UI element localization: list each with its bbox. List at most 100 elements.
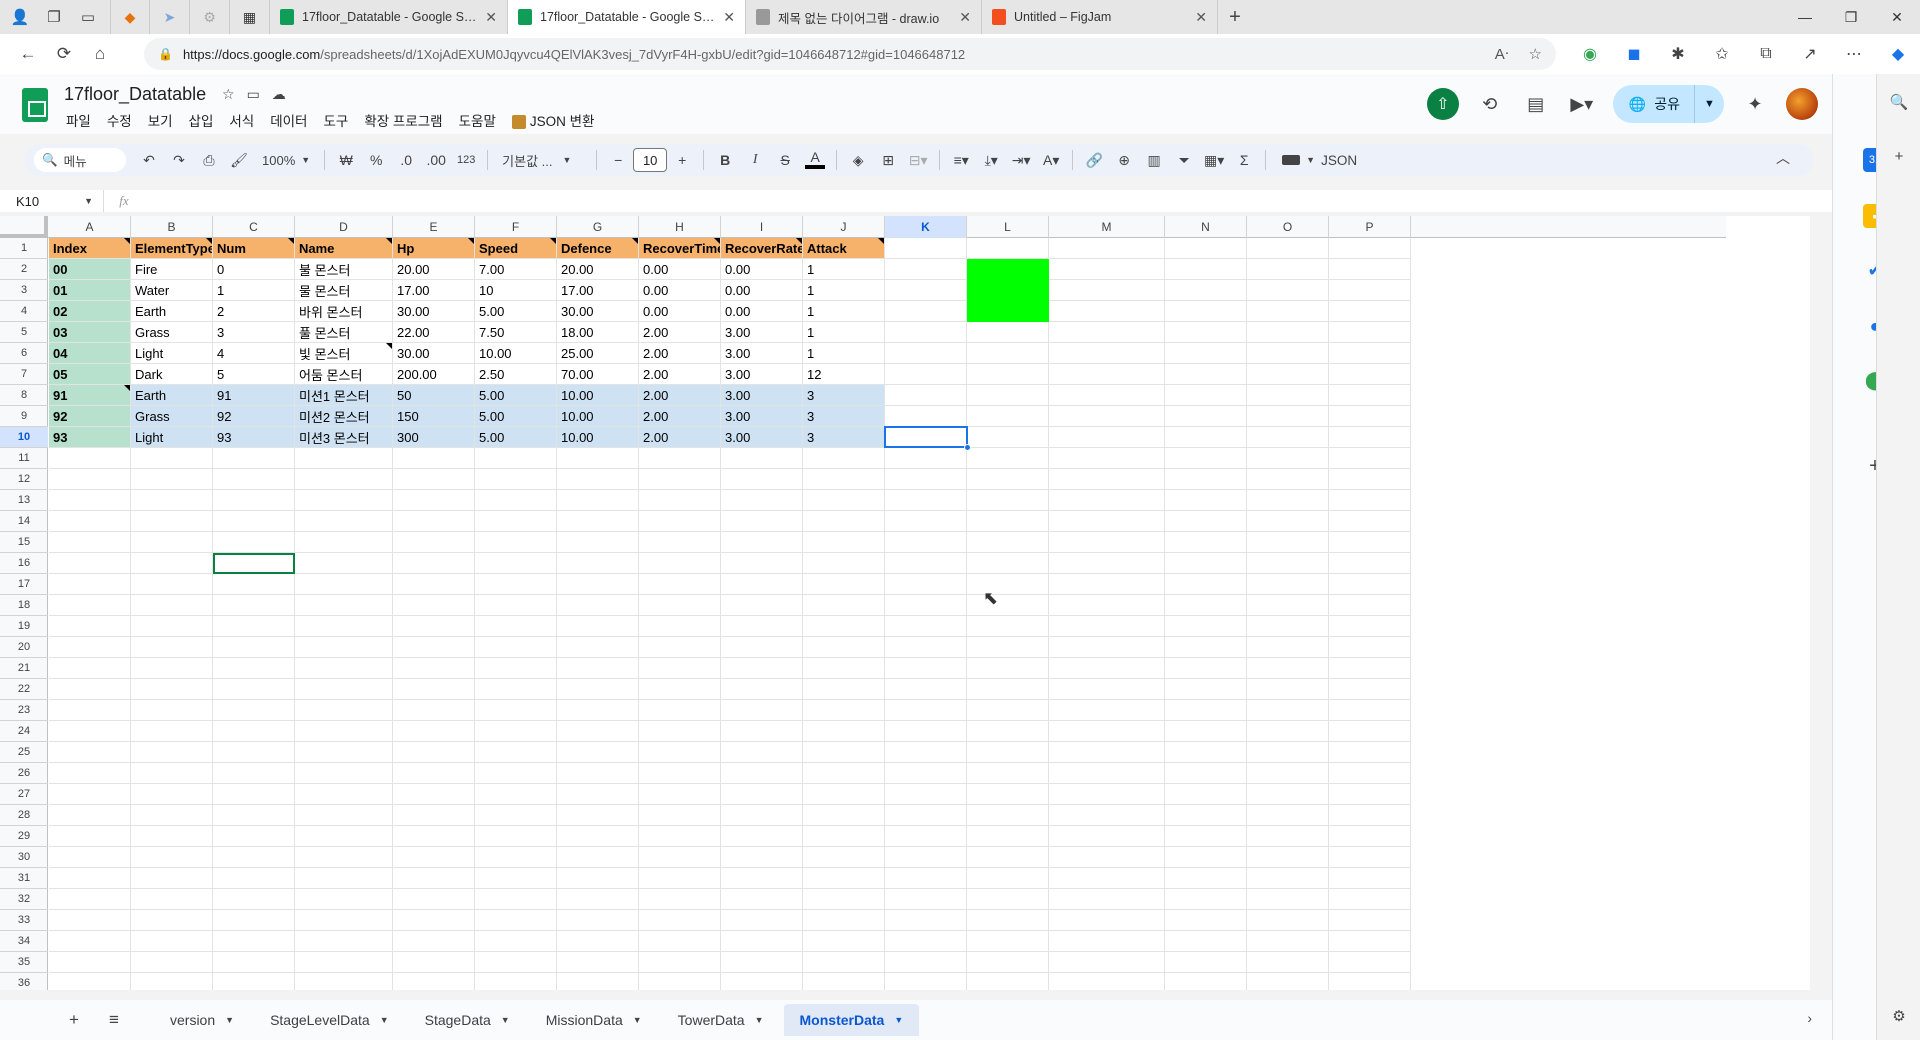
grid-cell[interactable] xyxy=(1247,553,1329,574)
minimize-button[interactable]: — xyxy=(1782,0,1828,34)
grid-cell[interactable] xyxy=(885,595,967,616)
grid-cell[interactable] xyxy=(1329,889,1411,910)
grid-cell[interactable] xyxy=(557,784,639,805)
grid-cell[interactable] xyxy=(131,973,213,990)
grid-cell[interactable] xyxy=(213,868,295,889)
data-cell[interactable]: Dark xyxy=(131,364,213,385)
grid-cell[interactable] xyxy=(803,721,885,742)
grid-cell[interactable] xyxy=(1049,322,1165,343)
data-cell[interactable]: 10 xyxy=(475,280,557,301)
grid-cell[interactable] xyxy=(1247,238,1329,259)
data-cell[interactable]: 30.00 xyxy=(557,301,639,322)
grid-cell[interactable] xyxy=(1049,448,1165,469)
grid-cell[interactable] xyxy=(131,448,213,469)
redo-icon[interactable]: ↷ xyxy=(164,146,194,174)
grid-cell[interactable] xyxy=(1329,406,1411,427)
address-bar[interactable]: 🔒 https://docs.google.com/spreadsheets/d… xyxy=(144,38,1556,70)
grid-cell[interactable] xyxy=(49,763,131,784)
grid-cell[interactable] xyxy=(1165,385,1247,406)
grid-cell[interactable] xyxy=(721,469,803,490)
grid-cell[interactable] xyxy=(967,469,1049,490)
grid-cell[interactable] xyxy=(475,742,557,763)
sheet-tab-missiondata[interactable]: MissionData ▼ xyxy=(530,1004,658,1036)
grid-cell[interactable] xyxy=(475,784,557,805)
grid-cell[interactable] xyxy=(557,973,639,990)
browser-tab[interactable]: 17floor_Datatable - Google Sheets ✕ xyxy=(270,0,508,34)
data-cell[interactable]: Fire xyxy=(131,259,213,280)
grid-cell[interactable] xyxy=(1329,763,1411,784)
grid-cell[interactable] xyxy=(639,658,721,679)
grid-cell[interactable] xyxy=(475,448,557,469)
menu-item[interactable]: 파일 xyxy=(58,112,99,132)
grid-cell[interactable] xyxy=(885,616,967,637)
grid-cell[interactable] xyxy=(1247,910,1329,931)
grid-cell[interactable] xyxy=(557,826,639,847)
green-fill-block[interactable] xyxy=(967,259,1049,322)
grid-cell[interactable] xyxy=(967,742,1049,763)
row-header[interactable]: 6 xyxy=(0,343,48,364)
avatar[interactable] xyxy=(1786,88,1818,120)
grid-cell[interactable] xyxy=(475,763,557,784)
grid-cell[interactable] xyxy=(213,952,295,973)
grid-cell[interactable] xyxy=(639,784,721,805)
grid-cell[interactable] xyxy=(1247,322,1329,343)
close-tab-icon[interactable]: ✕ xyxy=(723,9,735,26)
grid-cell[interactable] xyxy=(393,532,475,553)
grid-cell[interactable] xyxy=(475,532,557,553)
grid-cell[interactable] xyxy=(639,952,721,973)
data-cell[interactable]: 25.00 xyxy=(557,343,639,364)
grid-cell[interactable] xyxy=(393,973,475,990)
column-header-d[interactable]: D xyxy=(295,216,393,238)
grid-cell[interactable] xyxy=(885,553,967,574)
grid-cell[interactable] xyxy=(1049,259,1165,280)
data-cell[interactable]: 바위 몬스터 xyxy=(295,301,393,322)
row-header[interactable]: 26 xyxy=(0,763,48,784)
data-cell[interactable]: 17.00 xyxy=(557,280,639,301)
favorite-star-icon[interactable]: ☆ xyxy=(1529,45,1542,63)
row-header[interactable]: 21 xyxy=(0,658,48,679)
grid-cell[interactable] xyxy=(885,826,967,847)
bold-button[interactable]: B xyxy=(710,146,740,174)
grid-cell[interactable] xyxy=(803,847,885,868)
grid-cell[interactable] xyxy=(213,574,295,595)
grid-cell[interactable] xyxy=(1165,553,1247,574)
grid-cell[interactable] xyxy=(1247,742,1329,763)
data-cell[interactable]: 1 xyxy=(803,322,885,343)
data-cell[interactable]: 0.00 xyxy=(639,301,721,322)
column-header-f[interactable]: F xyxy=(475,216,557,238)
grid-cell[interactable] xyxy=(295,910,393,931)
grid-cell[interactable] xyxy=(639,721,721,742)
grid-cell[interactable] xyxy=(295,490,393,511)
filter-icon[interactable]: ⏷ xyxy=(1169,146,1199,174)
grid-cell[interactable] xyxy=(557,742,639,763)
grid-cell[interactable] xyxy=(803,931,885,952)
grid-cell[interactable] xyxy=(721,553,803,574)
menu-item[interactable]: 도구 xyxy=(315,112,356,132)
grid-cell[interactable] xyxy=(213,742,295,763)
row-header[interactable]: 1 xyxy=(0,238,48,259)
edge-search-icon[interactable]: 🔍 xyxy=(1887,90,1911,114)
data-cell[interactable]: 0.00 xyxy=(721,301,803,322)
data-cell[interactable]: Earth xyxy=(131,385,213,406)
grid-cell[interactable] xyxy=(213,532,295,553)
fill-color-icon[interactable]: ◈ xyxy=(843,146,873,174)
grid-cell[interactable] xyxy=(213,469,295,490)
grid-cell[interactable] xyxy=(295,469,393,490)
grid-cell[interactable] xyxy=(721,784,803,805)
grid-cell[interactable] xyxy=(1329,364,1411,385)
grid-cell[interactable] xyxy=(295,784,393,805)
grid-cell[interactable] xyxy=(49,700,131,721)
grid-cell[interactable] xyxy=(1247,532,1329,553)
grid-cell[interactable] xyxy=(49,511,131,532)
grid-cell[interactable] xyxy=(803,952,885,973)
data-cell[interactable]: 3.00 xyxy=(721,364,803,385)
grid-cell[interactable] xyxy=(803,637,885,658)
grid-cell[interactable] xyxy=(557,469,639,490)
grid-cell[interactable] xyxy=(885,637,967,658)
grid-cell[interactable] xyxy=(131,658,213,679)
strikethrough-button[interactable]: S xyxy=(770,146,800,174)
grid-cell[interactable] xyxy=(1049,868,1165,889)
grid-cell[interactable] xyxy=(803,511,885,532)
grid-cell[interactable] xyxy=(131,847,213,868)
grid-cell[interactable] xyxy=(1247,364,1329,385)
